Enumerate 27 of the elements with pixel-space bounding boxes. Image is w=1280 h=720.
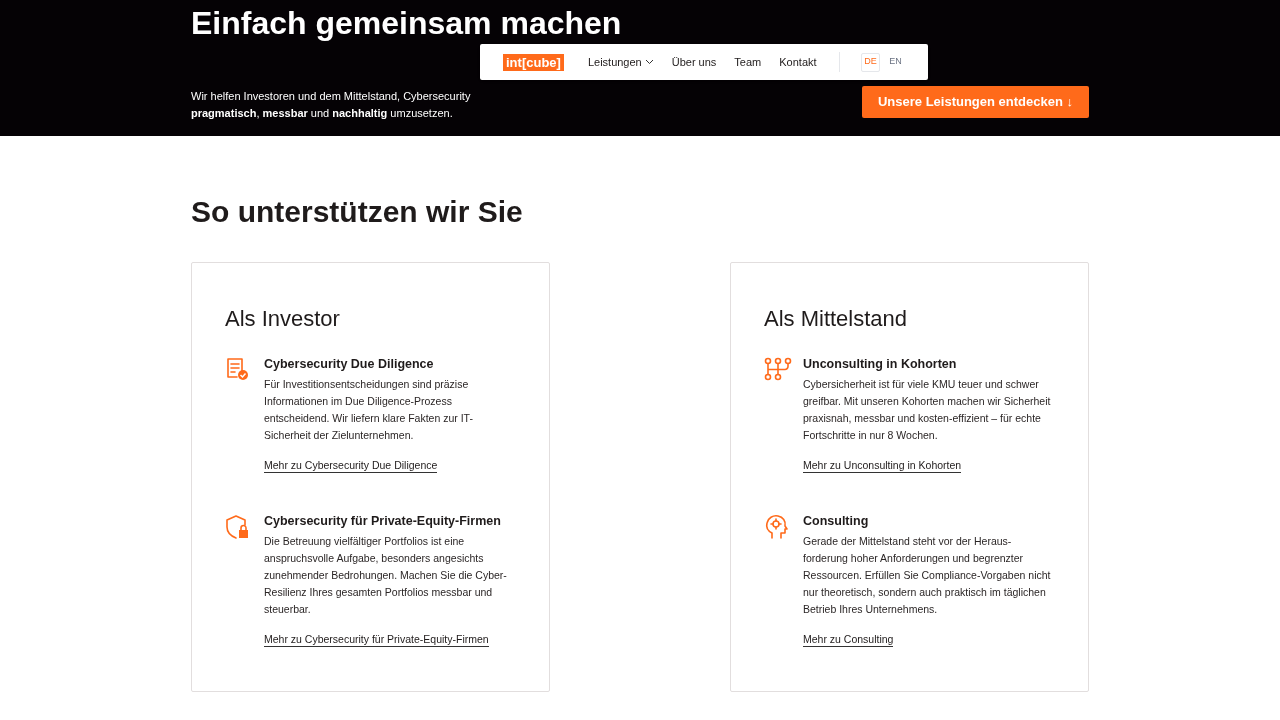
- service-title: Consulting: [803, 513, 870, 530]
- service-description: Gerade der Mittelstand steht vor der Heraus-forderung hoher Anforderungen und begrenzter Ressourcen. Erfüllen Sie Compliance-Vorgaben nicht nur theoretisch, sondern auch praktisch im täglichen Betrieb Ihres Unternehmens.: [803, 534, 1052, 617]
- service-description: Cybersicherheit ist für viele KMU teuer und schwer greifbar. Mit unseren Kohorten machen wir Sicherheit praxisnah, messbar und kosten-effizient – für echte Fortschritte in nur 8 Wochen.: [803, 377, 1052, 443]
- nav-link[interactable]: Über uns: [671, 53, 717, 71]
- service-link[interactable]: Mehr zu Consulting: [803, 632, 894, 647]
- nav-link[interactable]: Leistungen: [587, 53, 654, 71]
- service-description: Die Betreuung vielfältiger Portfolios ist eine anspruchsvolle Aufgabe, besonders angesichts zunehmender Bedrohungen. Machen Sie die Cyber-Resilienz Ihres gesamten Portfolios messbar und steuerbar.: [264, 534, 508, 617]
- service-link[interactable]: Mehr zu Cybersecurity für Private-Equity-Firmen: [264, 632, 489, 647]
- service-title: Cybersecurity Due Diligence: [264, 356, 435, 373]
- card-title: Als Mittelstand: [764, 305, 909, 333]
- service-link[interactable]: Mehr zu Cybersecurity Due Diligence: [264, 458, 438, 473]
- language-option[interactable]: EN: [886, 52, 905, 72]
- section-title: So unterstützen wir Sie: [191, 194, 524, 230]
- document-check-icon: [225, 357, 249, 381]
- service-link[interactable]: Mehr zu Unconsulting in Kohorten: [803, 458, 962, 473]
- service-title: Cybersecurity für Private-Equity-Firmen: [264, 513, 502, 530]
- hero-subtitle: Wir helfen Investoren und dem Mittelstand, Cybersecurity pragmatisch, messbar und nachhaltig umzusetzen.: [191, 89, 472, 121]
- card-title: Als Investor: [225, 305, 341, 333]
- nav-link[interactable]: Kontakt: [779, 53, 817, 71]
- nav-link[interactable]: Team: [734, 53, 762, 71]
- service-description: Für Investitionsentscheidungen sind präzise Informationen im Due Diligence-Prozess entscheidend. Wir liefern klare Fakten zur IT-Sicherheit der Zielunternehmen.: [264, 377, 474, 443]
- network-nodes-icon: [764, 357, 792, 381]
- chevron-down-icon: [644, 59, 654, 65]
- head-gear-icon: [764, 514, 790, 540]
- shield-lock-icon: [225, 514, 249, 540]
- hero-title: Einfach gemeinsam machen: [191, 4, 623, 42]
- service-title: Unconsulting in Kohorten: [803, 356, 958, 373]
